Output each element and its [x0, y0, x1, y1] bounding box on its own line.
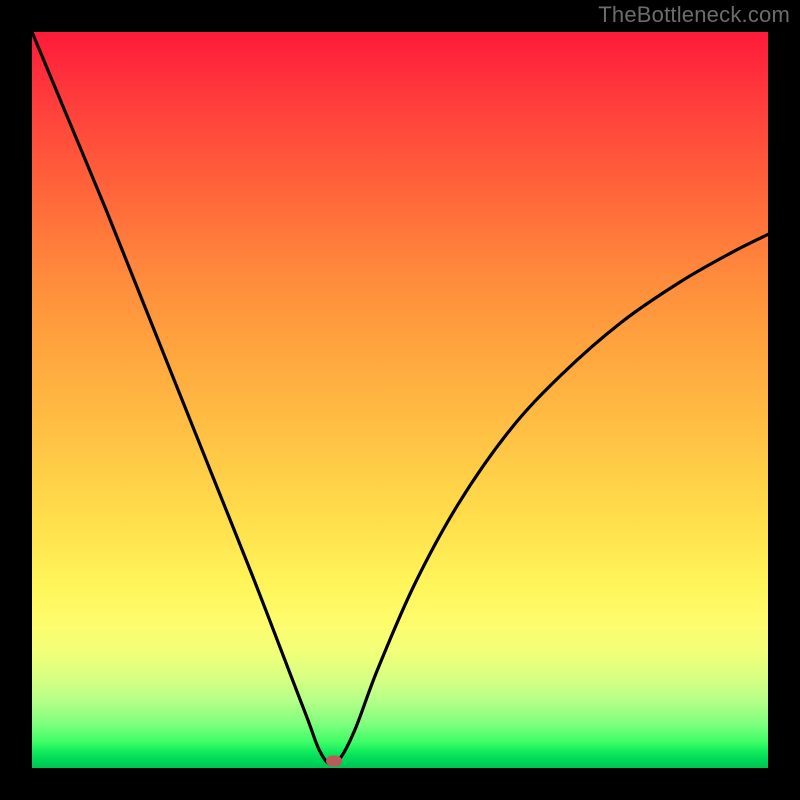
chart-frame: TheBottleneck.com: [0, 0, 800, 800]
plot-area: [32, 32, 768, 768]
minimum-marker: [326, 756, 342, 767]
watermark-text: TheBottleneck.com: [598, 2, 790, 28]
bottleneck-curve: [32, 32, 768, 768]
